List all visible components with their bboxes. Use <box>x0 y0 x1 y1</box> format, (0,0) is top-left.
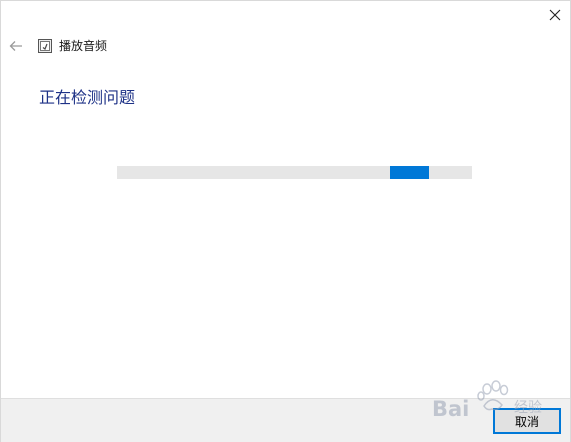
dialog-footer: 取消 <box>1 398 570 442</box>
window-frame <box>0 0 571 442</box>
window-title: 播放音频 <box>59 39 108 53</box>
progress-bar <box>117 166 472 179</box>
close-button[interactable] <box>538 0 571 30</box>
troubleshooter-icon <box>38 39 52 53</box>
close-icon <box>549 9 560 21</box>
progress-indicator <box>390 166 429 179</box>
cancel-button[interactable]: 取消 <box>493 408 561 434</box>
back-arrow-icon <box>9 41 22 51</box>
back-button[interactable] <box>6 37 26 55</box>
status-heading: 正在检测问题 <box>39 88 136 107</box>
